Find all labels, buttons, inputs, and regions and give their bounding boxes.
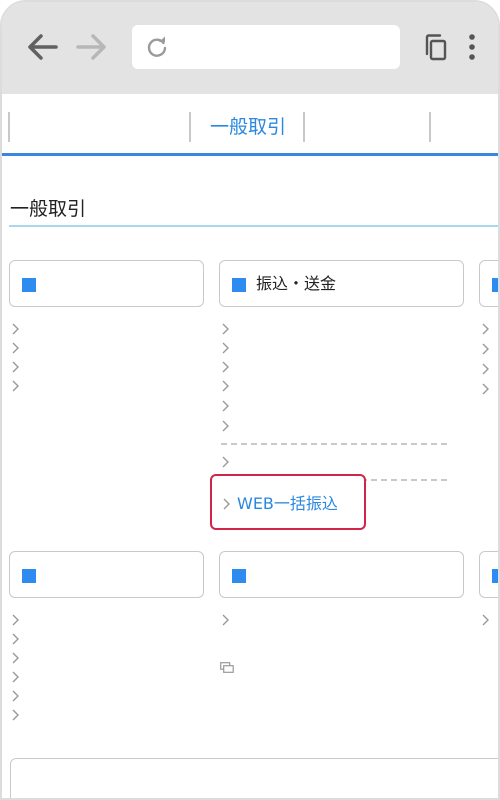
- list-item[interactable]: [11, 709, 31, 723]
- list-item[interactable]: [11, 380, 31, 394]
- more-vert-icon[interactable]: [464, 32, 480, 62]
- card-marker: [492, 278, 498, 292]
- category-card[interactable]: [479, 260, 498, 307]
- chevron-right-icon: [12, 361, 19, 373]
- nav-divider: [8, 112, 10, 142]
- url-bar[interactable]: [132, 25, 400, 69]
- top-navigation: 一般取引: [2, 94, 498, 156]
- list-item[interactable]: [11, 690, 31, 704]
- card-marker: [492, 569, 498, 583]
- content-box: [10, 758, 498, 798]
- card-marker: [22, 278, 36, 292]
- card-label: 振込・送金: [256, 274, 337, 293]
- chevron-right-icon: [222, 361, 229, 373]
- chevron-right-icon: [12, 380, 19, 392]
- category-card[interactable]: [219, 551, 464, 598]
- chevron-right-icon: [12, 690, 19, 702]
- category-card[interactable]: [9, 551, 204, 598]
- nav-tab-general-transactions[interactable]: 一般取引: [192, 112, 304, 142]
- chevron-right-icon: [12, 323, 19, 335]
- category-card-transfer[interactable]: 振込・送金: [219, 260, 464, 307]
- list-item[interactable]: [11, 361, 31, 375]
- list-item[interactable]: [481, 614, 498, 628]
- list-item[interactable]: [221, 400, 241, 414]
- list-item[interactable]: [221, 323, 241, 337]
- forward-button[interactable]: [74, 32, 110, 62]
- nav-divider: [189, 112, 191, 142]
- list-item[interactable]: [481, 323, 498, 337]
- list-item[interactable]: [481, 363, 498, 377]
- list-item[interactable]: [11, 614, 31, 628]
- chevron-right-icon: [12, 709, 19, 721]
- back-button[interactable]: [24, 32, 60, 62]
- list-item[interactable]: [221, 614, 241, 628]
- list-item[interactable]: [221, 380, 241, 394]
- chevron-right-icon: [222, 380, 229, 392]
- category-card[interactable]: [9, 260, 204, 307]
- section-underline: [9, 225, 498, 227]
- list-item[interactable]: [11, 671, 31, 685]
- arrow-left-icon: [28, 34, 58, 60]
- new-window-icon: [220, 662, 234, 673]
- chevron-right-icon: [222, 400, 229, 412]
- chevron-right-icon: [222, 420, 229, 432]
- list-item[interactable]: [481, 343, 498, 357]
- list-item[interactable]: [221, 342, 241, 356]
- phone-frame: 一般取引 一般取引 振込・送金 WEB一括振込: [0, 0, 500, 800]
- list-item[interactable]: [221, 456, 241, 470]
- chevron-right-icon: [12, 671, 19, 683]
- chevron-right-icon: [12, 633, 19, 645]
- browser-toolbar: [2, 2, 498, 94]
- chevron-right-icon: [482, 343, 489, 355]
- reload-icon[interactable]: [146, 36, 168, 58]
- arrow-right-icon: [76, 34, 106, 60]
- card-marker: [232, 569, 246, 583]
- list-item[interactable]: [11, 633, 31, 647]
- section-title: 一般取引: [10, 198, 87, 220]
- nav-divider: [303, 112, 305, 142]
- chevron-right-icon: [482, 383, 489, 395]
- list-item[interactable]: [11, 323, 31, 337]
- web-bulk-transfer-label: WEB一括振込: [237, 494, 338, 513]
- chevron-right-icon: [12, 342, 19, 354]
- list-item[interactable]: [11, 342, 31, 356]
- divider: [221, 443, 447, 445]
- chevron-right-icon: [482, 363, 489, 375]
- list-item[interactable]: [221, 420, 241, 434]
- chevron-right-icon: [482, 323, 489, 335]
- tabs-icon[interactable]: [424, 33, 450, 61]
- chevron-right-icon: [222, 342, 229, 354]
- card-marker: [232, 278, 246, 292]
- list-item[interactable]: [481, 383, 498, 397]
- chevron-right-icon: [482, 614, 489, 626]
- card-marker: [22, 569, 36, 583]
- chevron-right-icon: [222, 456, 229, 468]
- nav-divider: [429, 112, 431, 142]
- category-card[interactable]: [479, 551, 498, 598]
- chevron-right-icon: [222, 323, 229, 335]
- chevron-right-icon: [222, 614, 229, 626]
- list-item[interactable]: [11, 652, 31, 666]
- chevron-right-icon: [12, 614, 19, 626]
- chevron-right-icon: [12, 652, 19, 664]
- list-item[interactable]: [221, 361, 241, 375]
- chevron-right-icon: [223, 498, 230, 510]
